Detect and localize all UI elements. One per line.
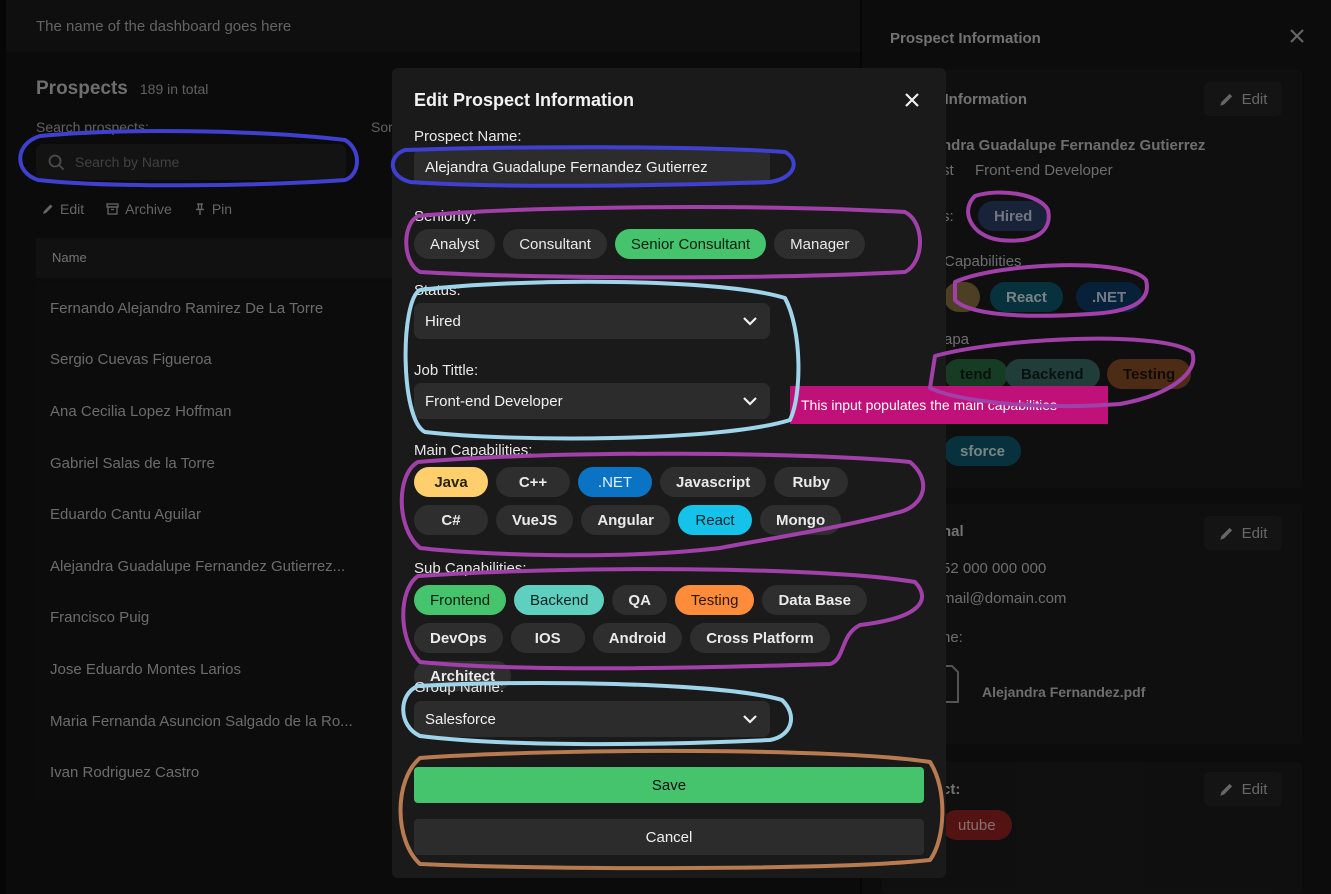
seniority-option[interactable]: Consultant [503, 229, 607, 259]
sub-capability-chip-selected[interactable]: Frontend [414, 585, 507, 615]
chevron-down-icon [743, 397, 757, 406]
status-value: Hired [425, 312, 461, 330]
sub-capability-chip-selected[interactable]: Backend [514, 585, 605, 615]
seniority-label: Seniority: [414, 208, 477, 225]
capability-chip[interactable]: Mongo [759, 505, 842, 535]
job-title-value: Front-end Developer [425, 392, 563, 410]
seniority-option-selected[interactable]: Senior Consultant [614, 229, 767, 259]
capability-chip-selected[interactable]: Java [414, 467, 488, 497]
sub-capability-chip[interactable]: Cross Platform [690, 623, 830, 653]
sub-capabilities-options: Frontend Backend QA Testing Data Base De… [414, 585, 929, 691]
cancel-button[interactable]: Cancel [414, 819, 924, 855]
edit-prospect-modal: Edit Prospect Information Prospect Name:… [392, 68, 946, 878]
capability-chip[interactable]: C++ [496, 467, 570, 497]
capability-chip[interactable]: VueJS [496, 505, 574, 535]
status-select[interactable]: Hired [414, 303, 770, 339]
main-capabilities-options: Java C++ .NET Javascript Ruby C# VueJS A… [414, 467, 924, 535]
modal-title: Edit Prospect Information [414, 90, 635, 110]
chevron-down-icon [743, 715, 757, 724]
sub-capability-chip[interactable]: QA [612, 585, 667, 615]
capability-chip[interactable]: Ruby [774, 467, 849, 497]
main-capabilities-label: Main Capabilities: [414, 442, 533, 459]
sub-capability-chip-selected[interactable]: Testing [674, 585, 755, 615]
sub-capability-chip[interactable]: Data Base [762, 585, 867, 615]
sub-capabilities-label: Sub Capabilities: [414, 560, 527, 577]
capability-chip[interactable]: C# [414, 505, 488, 535]
prospect-name-input[interactable] [425, 158, 765, 176]
job-title-select[interactable]: Front-end Developer [414, 383, 770, 419]
job-title-label: Job Tittle: [414, 362, 479, 379]
sub-capability-chip[interactable]: DevOps [414, 623, 503, 653]
group-name-select[interactable]: Salesforce [414, 701, 770, 737]
seniority-options: Analyst Consultant Senior Consultant Man… [414, 229, 866, 259]
seniority-option[interactable]: Manager [774, 229, 866, 259]
annotation-note: This input populates the main capabiliti… [790, 386, 1108, 424]
capability-chip[interactable]: Javascript [660, 467, 767, 497]
capability-chip-selected[interactable]: .NET [578, 467, 652, 497]
status-label: Status: [414, 282, 461, 299]
capability-chip-selected[interactable]: React [677, 505, 752, 535]
group-name-label: Group Name: [414, 679, 505, 696]
sub-capability-chip[interactable]: IOS [510, 623, 585, 653]
sub-capability-chip[interactable]: Android [592, 623, 683, 653]
capability-chip[interactable]: Angular [581, 505, 670, 535]
seniority-option[interactable]: Analyst [414, 229, 496, 259]
chevron-down-icon [743, 317, 757, 326]
save-button[interactable]: Save [414, 767, 924, 803]
close-icon [905, 93, 919, 107]
modal-close-button[interactable] [904, 92, 920, 113]
prospect-name-label: Prospect Name: [414, 128, 522, 145]
prospect-name-field[interactable] [414, 149, 770, 185]
group-name-value: Salesforce [425, 710, 496, 728]
